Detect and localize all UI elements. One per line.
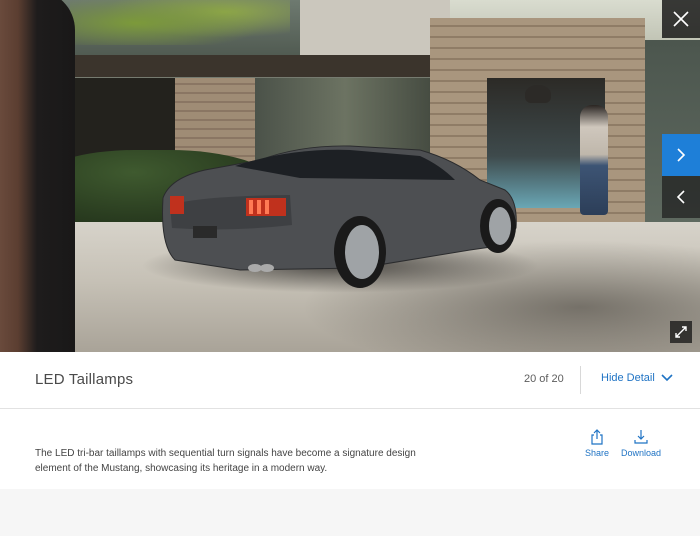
photo-person [580, 105, 608, 215]
caption-bar: LED Taillamps 20 of 20 Hide Detail [0, 352, 700, 409]
share-icon [591, 429, 603, 445]
hide-detail-label: Hide Detail [601, 372, 655, 384]
share-button[interactable]: Share [585, 429, 609, 458]
caption-divider [580, 366, 581, 394]
fullscreen-button[interactable] [670, 321, 692, 343]
footer-space [0, 489, 700, 536]
download-icon [634, 430, 648, 444]
close-icon [673, 11, 689, 27]
photo-foreground-person [0, 0, 75, 352]
next-slide-button[interactable] [662, 134, 700, 176]
detail-panel: The LED tri-bar taillamps with sequentia… [0, 409, 700, 489]
slide-description: The LED tri-bar taillamps with sequentia… [35, 448, 416, 474]
chevron-left-icon [676, 190, 685, 204]
gallery-photo [0, 0, 700, 352]
previous-slide-button[interactable] [662, 176, 700, 218]
hide-detail-toggle[interactable]: Hide Detail [601, 372, 673, 384]
slide-title: LED Taillamps [35, 371, 134, 388]
slide-counter: 20 of 20 [524, 373, 564, 385]
share-label: Share [585, 448, 610, 458]
chevron-right-icon [677, 148, 686, 162]
close-button[interactable] [662, 0, 700, 38]
expand-icon [675, 326, 687, 338]
chevron-down-icon [661, 374, 673, 382]
download-label: Download [621, 448, 662, 458]
download-button[interactable]: Download [621, 429, 661, 458]
